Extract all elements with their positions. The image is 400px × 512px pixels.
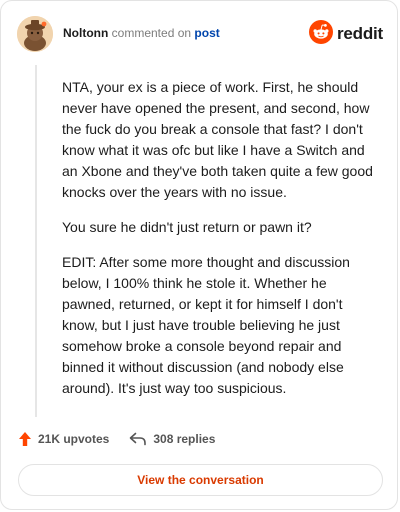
upvote-arrow-icon [19, 432, 31, 446]
replies-stat[interactable]: 308 replies [129, 432, 215, 446]
comment-paragraph-3: EDIT: After some more thought and discus… [62, 254, 350, 396]
comment-paragraph-1: NTA, your ex is a piece of work. First, … [62, 79, 373, 200]
replies-count: 308 replies [153, 432, 216, 446]
avatar-icon[interactable] [17, 16, 53, 52]
post-link[interactable]: post [194, 26, 219, 40]
comment-paragraph-2: You sure he didn't just return or pawn i… [62, 219, 312, 235]
reddit-logo-icon [308, 19, 333, 49]
comment-body: NTA, your ex is a piece of work. First, … [62, 77, 380, 413]
comment-card: Noltonn commented on post reddit NTA, yo… [0, 0, 398, 510]
upvotes-count: 21K upvotes [38, 432, 110, 446]
upvotes-stat[interactable]: 21K upvotes [18, 431, 109, 447]
thread-line [35, 65, 37, 417]
comment-header: Noltonn commented on post reddit [17, 16, 383, 54]
reply-arrow-icon [130, 432, 147, 446]
byline: Noltonn commented on post [63, 26, 220, 40]
view-conversation-button[interactable]: View the conversation [18, 464, 383, 496]
username[interactable]: Noltonn [63, 26, 108, 40]
action-text: commented on [111, 26, 192, 40]
comment-footer: 21K upvotes 308 replies [18, 429, 215, 449]
brand-wordmark: reddit [336, 24, 383, 43]
reddit-brand[interactable]: reddit [308, 19, 383, 49]
